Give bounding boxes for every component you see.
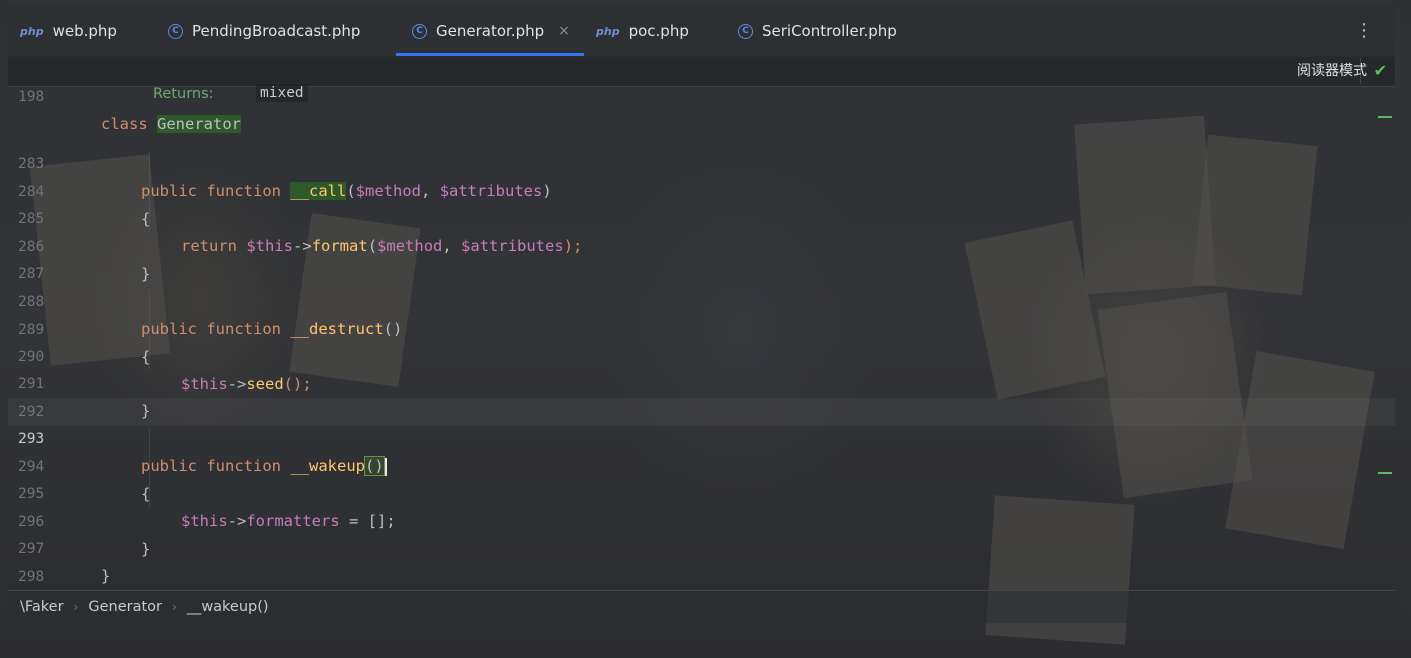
inlay-hint-value: mixed	[256, 84, 308, 102]
code-line[interactable]: 291 }	[8, 344, 1395, 420]
scrollbar-marker	[1378, 116, 1392, 118]
code-line[interactable]: 292	[8, 372, 1395, 420]
more-tabs-icon[interactable]: ⋮	[1355, 20, 1373, 41]
code-line[interactable]: 289 {	[8, 290, 1395, 366]
sticky-scope-header[interactable]: 198 class Generator	[8, 56, 1395, 133]
line-number: 198	[18, 89, 45, 105]
code-line[interactable]: 286 }	[8, 207, 1395, 283]
class-icon: C	[738, 23, 753, 39]
code-line[interactable]: 287	[8, 234, 1395, 282]
chevron-right-icon: ›	[73, 600, 79, 614]
tab-generator[interactable]: C Generator.php ×	[396, 6, 584, 56]
tab-label: poc.php	[628, 22, 689, 40]
reader-mode-button[interactable]: 阅读器模式	[1297, 60, 1367, 80]
code-line[interactable]: 284 {	[8, 152, 1395, 228]
code-line[interactable]: 285 return $this->format($method, $attri…	[8, 179, 1395, 255]
code-line[interactable]: 297 }	[8, 509, 1395, 585]
code-line[interactable]: 290 $this->seed();	[8, 317, 1395, 393]
code-line[interactable]: 283 public function __call($method, $att…	[8, 124, 1395, 200]
tab-label: SeriController.php	[762, 22, 897, 40]
chevron-right-icon: ›	[172, 600, 177, 614]
tab-label: PendingBroadcast.php	[192, 22, 361, 40]
code-line[interactable]: 294 {	[8, 427, 1395, 503]
breadcrumb-method[interactable]: __wakeup()	[187, 599, 269, 615]
class-icon: C	[168, 23, 183, 39]
code-line[interactable]: 295 $this->formatters = [];	[8, 454, 1395, 530]
code-line[interactable]: 298	[8, 537, 1395, 585]
code-line[interactable]: 293 public function __wakeup()	[8, 399, 1395, 476]
line-number: 298	[18, 569, 45, 585]
close-icon[interactable]: ×	[558, 23, 570, 39]
inlay-hint-label: Returns:	[153, 86, 214, 102]
breadcrumb: \Faker › Generator › __wakeup()	[8, 590, 1395, 623]
tab-web-php[interactable]: php web.php	[20, 6, 117, 56]
tab-seri-controller[interactable]: C SeriController.php	[738, 6, 897, 56]
tab-pending-broadcast[interactable]: C PendingBroadcast.php	[168, 6, 360, 56]
tab-label: Generator.php	[436, 22, 545, 40]
editor-tab-bar: php web.php C PendingBroadcast.php C Gen…	[8, 6, 1395, 57]
code-text: }	[101, 567, 111, 585]
code-line: 198 class Generator	[8, 57, 1395, 133]
php-file-icon: php	[596, 24, 620, 38]
tab-label: web.php	[52, 22, 117, 40]
checkmark-icon: ✔	[1373, 61, 1387, 80]
class-icon: C	[412, 23, 427, 39]
tab-poc-php[interactable]: php poc.php	[596, 6, 689, 56]
php-file-icon: php	[20, 24, 44, 38]
code-line[interactable]: 296 }	[8, 482, 1395, 558]
breadcrumb-class[interactable]: Generator	[88, 599, 162, 615]
breadcrumb-namespace[interactable]: \Faker	[20, 599, 64, 615]
code-line[interactable]: 288 public function __destruct()	[8, 262, 1395, 338]
